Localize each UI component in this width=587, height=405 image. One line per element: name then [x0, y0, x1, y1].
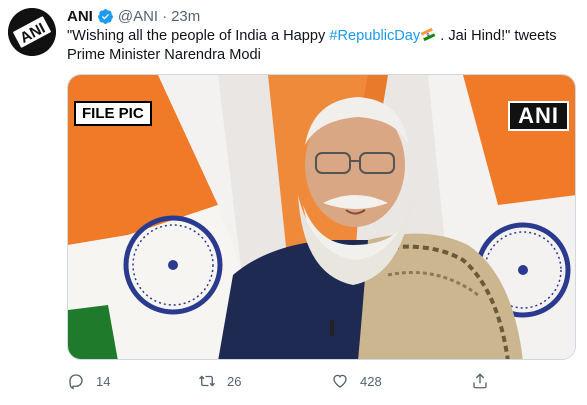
author-handle[interactable]: @ANI — [118, 8, 158, 25]
hashtag-link[interactable]: #RepublicDay — [329, 28, 420, 44]
like-count: 428 — [360, 373, 382, 389]
ani-logo-icon: ANI — [8, 8, 56, 56]
india-flag-icon — [420, 27, 436, 42]
reply-count: 14 — [96, 373, 111, 389]
reply-icon — [69, 374, 83, 390]
share-button[interactable] — [471, 372, 489, 390]
reply-button[interactable]: 14 — [67, 372, 110, 390]
tweet-actions: 14 26 428 — [67, 368, 497, 394]
like-icon — [333, 374, 347, 388]
flag-emoji — [420, 27, 436, 44]
tweet-text: "Wishing all the people of India a Happy… — [67, 27, 582, 65]
retweet-count: 26 — [227, 373, 242, 389]
author-name[interactable]: ANI — [67, 8, 93, 25]
avatar[interactable]: ANI — [8, 8, 56, 56]
timestamp[interactable]: 23m — [171, 8, 200, 25]
retweet-button[interactable]: 26 — [198, 372, 241, 390]
verified-badge-icon — [97, 8, 113, 24]
tweet-text-start: "Wishing all the people of India a Happy — [67, 28, 330, 44]
file-pic-label: FILE PIC — [74, 101, 152, 126]
separator-dot: · — [162, 7, 168, 25]
retweet-icon — [199, 375, 215, 387]
tweet-header: ANI @ANI · 23m — [67, 6, 200, 26]
tweet[interactable]: ANI ANI @ANI · 23m "Wishing all the peop… — [0, 0, 587, 405]
share-icon — [473, 373, 487, 389]
ani-watermark-label: ANI — [508, 101, 569, 131]
tweet-photo[interactable]: FILE PIC ANI — [67, 74, 576, 360]
like-button[interactable]: 428 — [331, 372, 382, 390]
